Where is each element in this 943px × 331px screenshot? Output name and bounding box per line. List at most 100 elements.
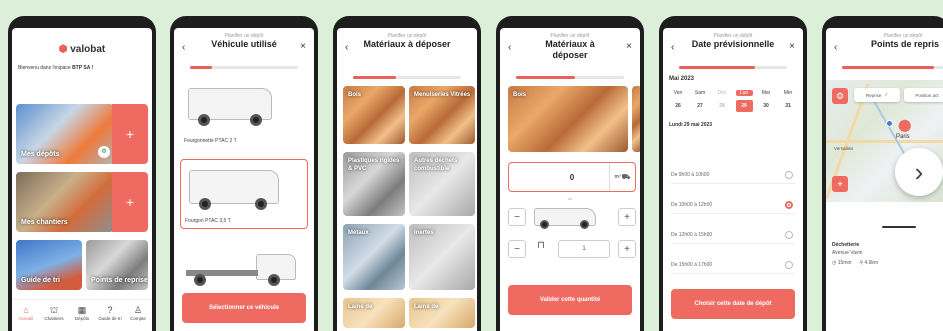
- slot-10-12[interactable]: De 10h00 à 12h00: [671, 196, 795, 214]
- map-label-paris: Paris: [896, 134, 910, 140]
- nav-accueil[interactable]: ⌂ Accueil: [14, 300, 38, 331]
- radio-icon: [785, 260, 793, 269]
- selected-date-label: Lundi 29 mai 2023: [669, 122, 713, 128]
- add-chantier-button[interactable]: +: [112, 172, 148, 232]
- current-location-icon: [886, 120, 893, 127]
- site-name: Déchetterie: [832, 242, 860, 248]
- materials-screen: ‹ Planifier un dépôt Matériaux à déposer…: [337, 28, 477, 331]
- day-28[interactable]: Dim 28: [714, 90, 731, 112]
- nav-chantiers[interactable]: ⛫ Chantiers: [42, 300, 66, 331]
- progress-bar: [679, 66, 787, 69]
- validate-quantity-button[interactable]: Valider cette quantité: [508, 285, 632, 315]
- close-icon[interactable]: ×: [626, 41, 632, 52]
- back-arrow-icon[interactable]: ‹: [345, 42, 348, 53]
- page-title: Points de repris: [870, 39, 940, 49]
- map-pin-icon[interactable]: ⬤: [898, 118, 911, 132]
- select-vehicle-button[interactable]: Sélectionner ce véhicule: [182, 293, 306, 323]
- material-image-bois: Bois: [508, 86, 628, 152]
- plus-icon: +: [125, 194, 135, 210]
- help-icon: ?: [107, 305, 113, 315]
- day-26[interactable]: Ven 26: [670, 90, 687, 112]
- nav-depots[interactable]: ▦ Dépôts: [70, 300, 94, 331]
- slot-12-15[interactable]: De 12h00 à 15h00: [671, 226, 795, 244]
- crane-icon: ⛫: [49, 305, 59, 315]
- plus-icon: +: [125, 126, 135, 142]
- quantity-screen: ‹ Planifier un dépôt Matériaux à déposer…: [500, 28, 640, 331]
- material-autres-dechets[interactable]: Autres déchets combustible: [409, 152, 475, 216]
- increment-count-button[interactable]: +: [618, 240, 636, 258]
- choose-date-button[interactable]: Choisir cette date de dépôt: [671, 289, 795, 319]
- back-arrow-icon[interactable]: ‹: [182, 42, 185, 53]
- back-arrow-icon[interactable]: ‹: [508, 42, 511, 53]
- material-plastiques[interactable]: Plastiques rigides & PVC: [343, 152, 405, 216]
- next-arrow-button[interactable]: ›: [895, 148, 943, 196]
- radio-icon: [785, 170, 793, 179]
- phone-vehicle: ‹ Planifier un dépôt Véhicule utilisé × …: [170, 16, 318, 331]
- material-inertes[interactable]: Inertes: [409, 224, 475, 290]
- sheet-handle[interactable]: [882, 226, 916, 228]
- day-29[interactable]: Lun 29: [735, 90, 753, 112]
- phone-materials: ‹ Planifier un dépôt Matériaux à déposer…: [333, 16, 481, 331]
- progress-bar: [842, 66, 943, 69]
- material-laine-1[interactable]: Laine de: [343, 298, 405, 328]
- radio-icon: [785, 230, 793, 239]
- decrement-vehicle-button[interactable]: −: [508, 208, 526, 226]
- day-picker: Ven 26 Sam 27 Dim 28 Lun 29 Mar 30 Mer 31: [663, 90, 803, 112]
- page-title: Matériaux à déposer: [545, 39, 595, 60]
- day-30[interactable]: Mar 30: [758, 90, 775, 112]
- page-title: Véhicule utilisé: [211, 39, 277, 49]
- page-title: Date prévisionnelle: [691, 39, 775, 49]
- vehicle-option-fourgon[interactable]: Fourgon PTAC 3,5 T: [180, 159, 308, 229]
- material-bois[interactable]: Bois: [343, 86, 405, 144]
- back-arrow-icon[interactable]: ‹: [671, 42, 674, 53]
- chevron-right-icon: ›: [914, 156, 924, 187]
- vehicle-option-truck[interactable]: [180, 240, 308, 290]
- filter-reprise[interactable]: Reprise ✓: [854, 88, 900, 102]
- vehicle-screen: ‹ Planifier un dépôt Véhicule utilisé × …: [174, 28, 314, 331]
- truck-icon: [186, 254, 296, 286]
- add-depot-button[interactable]: +: [112, 104, 148, 164]
- tile-mes-chantiers[interactable]: Mes chantiers: [16, 172, 114, 232]
- slot-15-17[interactable]: De 15h00 à 17h00: [671, 256, 795, 274]
- map-header: ‹ Planifier un dépôt Points de repris: [826, 28, 943, 64]
- locate-icon[interactable]: ⌖: [832, 176, 848, 192]
- day-31[interactable]: Mer 31: [780, 90, 797, 112]
- day-27[interactable]: Sam 27: [692, 90, 709, 112]
- material-image-next: [632, 86, 640, 152]
- close-icon[interactable]: ×: [789, 41, 795, 52]
- phone-home: ⬢ valobat Bienvenu dans l'espace BTP SA …: [8, 16, 156, 331]
- tile-guide-de-tri[interactable]: Guide de tri: [16, 240, 82, 290]
- tile-points-de-reprise[interactable]: Points de reprise: [86, 240, 148, 290]
- quantity-input[interactable]: 0 m³ ⛟: [508, 162, 636, 192]
- phone-quantity: ‹ Planifier un dépôt Matériaux à déposer…: [496, 16, 644, 331]
- tile-mes-depots[interactable]: Mes dépôts ♻: [16, 104, 114, 164]
- slot-9-10[interactable]: De 9h00 à 10h00: [671, 166, 795, 184]
- close-icon[interactable]: ×: [300, 41, 306, 52]
- vehicle-option-fourgonnette[interactable]: Fourgonnette PTAC 2 T: [180, 82, 308, 148]
- radio-selected-icon: [785, 200, 793, 209]
- date-header: ‹ Planifier un dépôt Date prévisionnelle…: [663, 28, 803, 64]
- filter-position[interactable]: Position act: [904, 88, 943, 102]
- unit-toggle[interactable]: m³ ⛟: [609, 163, 635, 191]
- pallet-icon: ⊓: [537, 240, 545, 251]
- decrement-count-button[interactable]: −: [508, 240, 526, 258]
- settings-icon[interactable]: ⚙: [832, 88, 848, 104]
- material-laine-2[interactable]: Laine de: [409, 298, 475, 328]
- progress-bar: [353, 76, 461, 79]
- location-pin-icon: ⚲: [859, 260, 864, 266]
- site-meta: ◷ 15min ⚲ 4.9km: [832, 260, 879, 266]
- truck-unit-icon: ⛟: [621, 173, 631, 181]
- quantity-header: ‹ Planifier un dépôt Matériaux à déposer…: [500, 28, 640, 74]
- material-metaux[interactable]: Métaux: [343, 224, 405, 290]
- check-icon: ✓: [884, 92, 889, 97]
- material-menuiseries[interactable]: Menuiseries Vitrées: [409, 86, 475, 144]
- increment-vehicle-button[interactable]: +: [618, 208, 636, 226]
- map-label-versailles: Versailles: [834, 146, 854, 151]
- count-input[interactable]: 1: [558, 240, 610, 258]
- nav-guide-de-tri[interactable]: ? Guide de tri: [98, 300, 122, 331]
- vehicle-icon: [534, 208, 596, 232]
- back-arrow-icon[interactable]: ‹: [834, 42, 837, 53]
- clock-icon: ◷: [832, 260, 837, 266]
- nav-compte[interactable]: ♙ Compte: [126, 300, 150, 331]
- welcome-text: Bienvenu dans l'espace BTP SA !: [18, 65, 94, 71]
